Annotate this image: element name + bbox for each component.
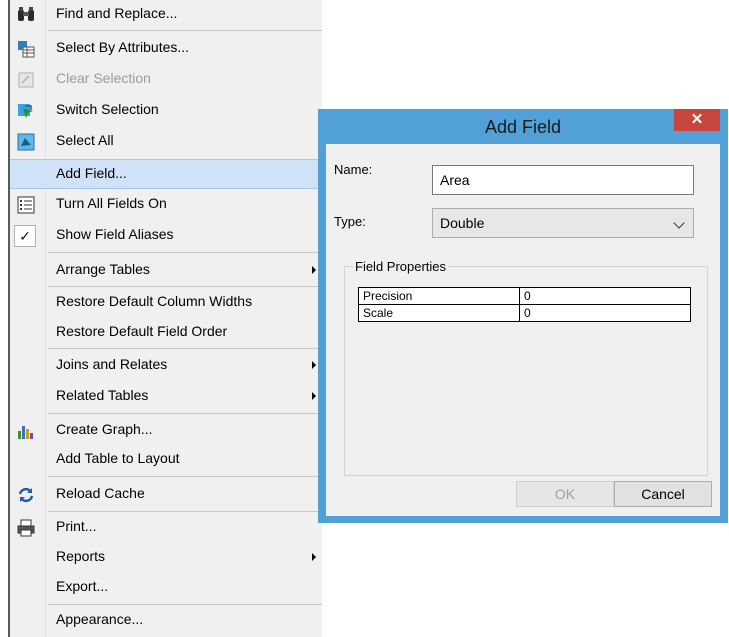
property-value-cell[interactable]: 0 (519, 304, 691, 322)
menu-item-reports[interactable]: Reports (10, 543, 322, 573)
field-list-icon (17, 196, 35, 214)
type-dropdown[interactable]: Double (432, 208, 694, 238)
select-by-attributes-icon (17, 40, 35, 58)
bar-graph-icon (17, 422, 35, 440)
menu-separator (48, 286, 322, 287)
menu-item-label: Select By Attributes... (56, 39, 190, 55)
submenu-arrow-icon (312, 266, 316, 274)
close-button[interactable]: ✕ (674, 109, 720, 131)
ok-button[interactable]: OK (516, 481, 614, 507)
select-all-icon (17, 133, 35, 151)
menu-separator (48, 348, 322, 349)
submenu-arrow-icon (312, 361, 316, 369)
menu-separator (48, 604, 322, 605)
field-properties-title: Field Properties (353, 259, 449, 274)
menu-item-label: Reload Cache (56, 485, 145, 501)
menu-item-label: Export... (56, 578, 109, 594)
menu-item-label: Related Tables (56, 387, 149, 403)
cancel-button[interactable]: Cancel (614, 481, 712, 507)
menu-item-label: Switch Selection (56, 101, 159, 117)
binoculars-icon (17, 6, 35, 24)
menu-item-label: Print... (56, 518, 97, 534)
menu-item-label: Appearance... (56, 611, 144, 627)
dialog-body: Name: Area Type: Double Field Properties… (326, 144, 720, 516)
add-field-dialog: Add Field ✕ Name: Area Type: Double Fiel… (318, 109, 728, 523)
menu-item-select-by-attributes[interactable]: Select By Attributes... (10, 34, 322, 64)
property-name-cell: Scale (358, 304, 520, 322)
menu-item-label: Joins and Relates (56, 356, 168, 372)
table-row[interactable]: Precision 0 (358, 287, 691, 305)
menu-item-label: Arrange Tables (56, 261, 150, 277)
menu-item-label: Restore Default Field Order (56, 323, 228, 339)
dialog-title: Add Field (484, 117, 562, 137)
switch-selection-icon (17, 102, 35, 120)
menu-separator (48, 476, 322, 477)
chevron-down-icon (673, 217, 685, 229)
close-icon: ✕ (690, 111, 704, 128)
checkmark-icon: ✓ (14, 225, 36, 247)
table-row[interactable]: Scale 0 (358, 304, 691, 322)
menu-item-switch-selection[interactable]: Switch Selection (10, 96, 322, 126)
field-properties-table: Precision 0 Scale 0 (358, 287, 691, 322)
submenu-arrow-icon (312, 392, 316, 400)
menu-item-print[interactable]: Print... (10, 513, 322, 543)
menu-item-label: Reports (56, 548, 106, 564)
menu-item-arrange-tables[interactable]: Arrange Tables (10, 256, 322, 286)
clear-selection-icon (17, 71, 35, 89)
menu-item-show-field-aliases[interactable]: ✓ Show Field Aliases (10, 221, 322, 251)
menu-item-label: Restore Default Column Widths (56, 293, 253, 309)
name-label: Name: (334, 162, 373, 177)
menu-separator (48, 511, 322, 512)
menu-item-label: Add Field... (56, 165, 127, 181)
menu-item-add-table-to-layout[interactable]: Add Table to Layout (10, 445, 322, 475)
menu-separator (48, 30, 322, 31)
menu-item-label: Select All (56, 132, 114, 148)
printer-icon (17, 519, 35, 537)
menu-separator (48, 413, 322, 414)
property-name-cell: Precision (358, 287, 520, 305)
menu-item-label: Show Field Aliases (56, 226, 174, 242)
menu-item-create-graph[interactable]: Create Graph... (10, 416, 322, 446)
menu-item-add-field[interactable]: Add Field... (10, 159, 322, 189)
menu-item-label: Create Graph... (56, 421, 153, 437)
menu-item-find-and-replace[interactable]: Find and Replace... (10, 0, 322, 30)
context-menu: Find and Replace... Select By Attributes… (8, 0, 322, 637)
menu-item-joins-and-relates[interactable]: Joins and Relates (10, 351, 322, 381)
menu-item-appearance[interactable]: Appearance... (10, 606, 322, 636)
property-value-cell[interactable]: 0 (519, 287, 691, 305)
menu-item-reload-cache[interactable]: Reload Cache (10, 480, 322, 510)
menu-item-restore-default-column-widths[interactable]: Restore Default Column Widths (10, 288, 322, 318)
reload-icon (17, 486, 35, 504)
menu-item-turn-all-fields-on[interactable]: Turn All Fields On (10, 190, 322, 220)
menu-item-label: Clear Selection (56, 70, 151, 86)
menu-separator (48, 252, 322, 253)
type-selected-value: Double (440, 215, 485, 231)
menu-item-select-all[interactable]: Select All (10, 127, 322, 157)
menu-item-related-tables[interactable]: Related Tables (10, 382, 322, 412)
submenu-arrow-icon (312, 553, 316, 561)
name-field[interactable]: Area (432, 165, 694, 195)
menu-item-export[interactable]: Export... (10, 573, 322, 603)
menu-item-label: Find and Replace... (56, 5, 178, 21)
menu-item-label: Add Table to Layout (56, 450, 180, 466)
menu-item-label: Turn All Fields On (56, 195, 167, 211)
menu-item-clear-selection[interactable]: Clear Selection (10, 65, 322, 95)
menu-item-restore-default-field-order[interactable]: Restore Default Field Order (10, 318, 322, 348)
type-label: Type: (334, 214, 366, 229)
